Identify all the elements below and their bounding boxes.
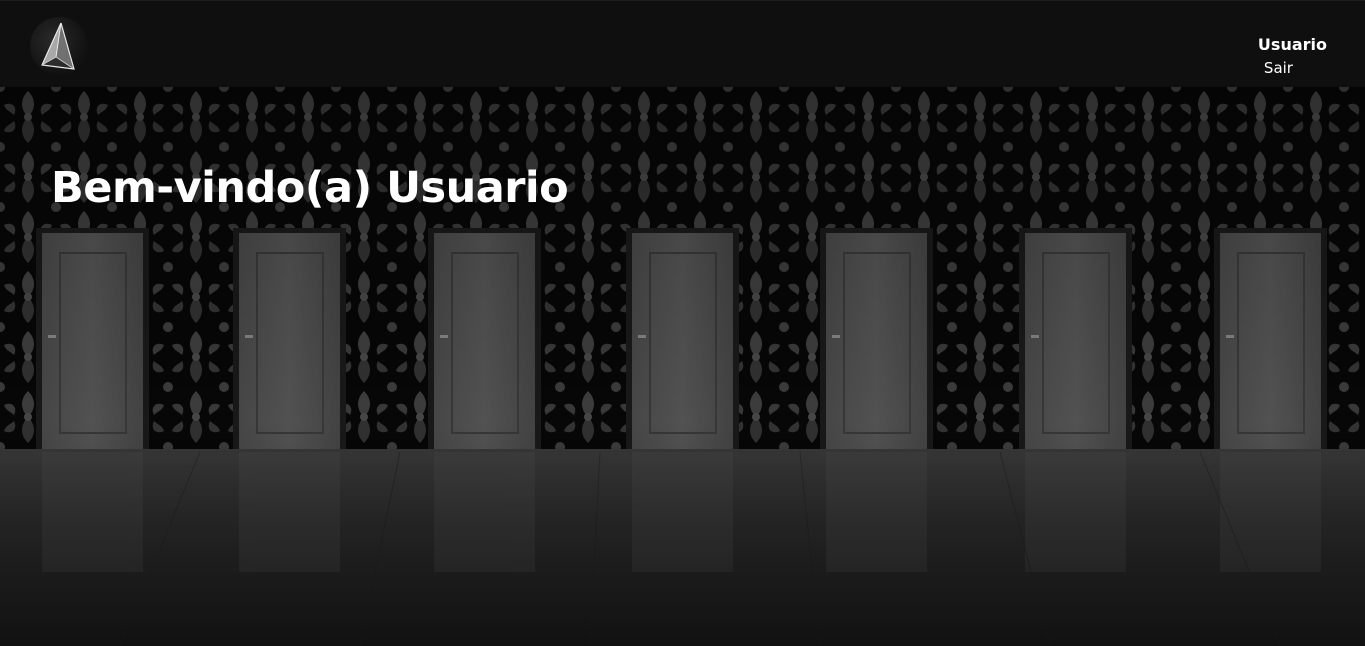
logout-link[interactable]: Sair	[1264, 56, 1327, 80]
hero-banner: Bem-vindo(a) Usuario	[0, 87, 1365, 646]
user-menu: Usuario Sair	[1258, 34, 1327, 80]
triangle-logo-icon[interactable]	[30, 17, 88, 75]
welcome-heading: Bem-vindo(a) Usuario	[51, 163, 569, 213]
top-navbar: Usuario Sair	[0, 0, 1365, 87]
user-name: Usuario	[1257, 35, 1327, 54]
